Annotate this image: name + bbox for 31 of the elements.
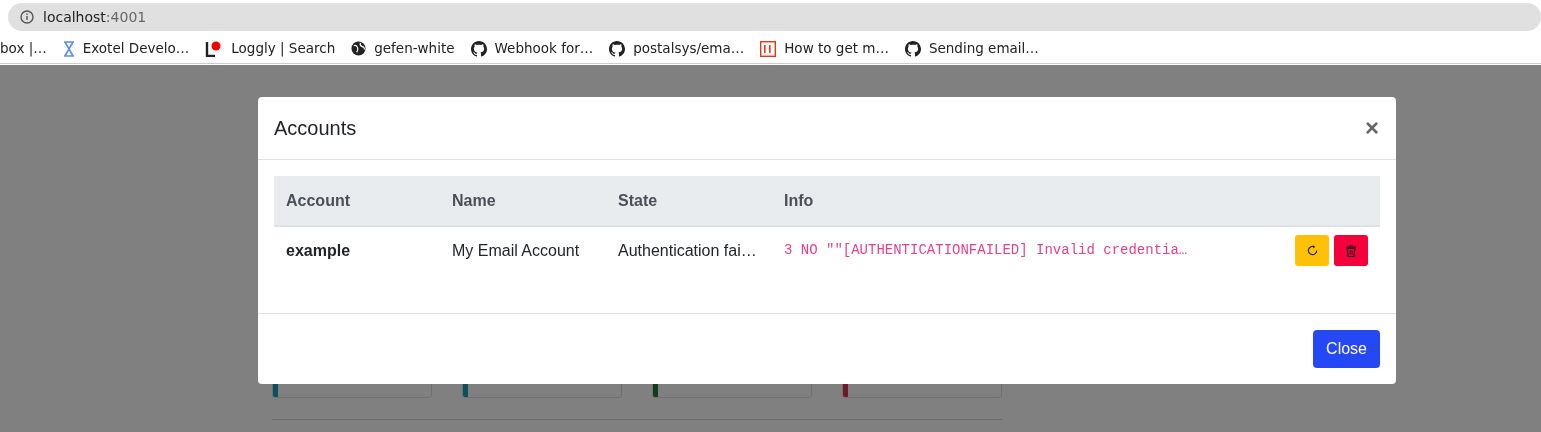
table-cell: example [274,226,440,274]
table-cell: My Email Account [440,226,606,274]
globe-icon [351,41,367,56]
delete-button[interactable] [1334,235,1368,266]
table-cell: Authentication fai… [606,226,772,274]
github-icon [609,40,626,57]
close-button[interactable]: Close [1313,330,1380,368]
trash-icon [1346,244,1356,257]
github-icon [470,40,487,57]
bookmark[interactable]: How to get m… [760,38,889,59]
column-header: Info [772,176,1270,226]
refresh-icon [1306,245,1318,256]
bookmark[interactable]: Loggly | Search [205,38,336,59]
bookmark[interactable]: Webhook for… [470,38,594,59]
bookmark[interactable]: Sending email… [904,38,1039,59]
modal-title: Accounts [274,116,357,141]
info-icon [20,10,34,24]
bookmark[interactable]: box |… [0,38,47,59]
table-cell: 3 NO ""[AUTHENTICATIONFAILED] Invalid credentia… [772,226,1270,274]
bookmark[interactable]: postalsys/ema… [609,38,745,59]
url-text: localhost:4001 [43,7,147,27]
column-header: Name [440,176,606,226]
address-bar[interactable]: localhost:4001 [8,3,1541,31]
bookmark[interactable]: Exotel Develo… [62,38,190,59]
column-header: Account [274,176,440,226]
column-header: State [606,176,772,226]
logo-icon [760,40,777,57]
bookmark[interactable]: gefen-white [351,38,455,59]
reconnect-button[interactable] [1295,235,1329,266]
github-icon [904,40,921,57]
hourglass-icon [62,40,75,57]
